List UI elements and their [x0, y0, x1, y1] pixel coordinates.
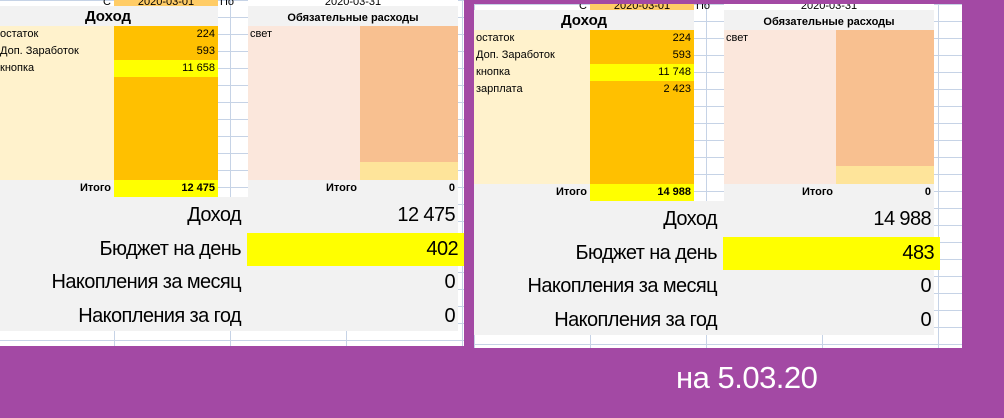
income-item-value[interactable]: 593 [590, 47, 694, 64]
income-item-value[interactable]: 11 748 [590, 64, 694, 81]
expense-value-footer [836, 166, 934, 184]
income-item-label[interactable]: зарплата [476, 81, 588, 98]
expenses-title: Обязательные расходы [724, 10, 934, 30]
expense-label-column [248, 26, 360, 180]
summary-label: Накопления за год [554, 308, 717, 331]
summary-value: 0 [920, 275, 931, 297]
income-item-label[interactable]: кнопка [0, 60, 112, 77]
income-title: Доход [474, 10, 694, 30]
summary-label: Бюджет на день [575, 241, 718, 264]
income-item-value[interactable]: 11 658 [114, 60, 218, 77]
income-item-label[interactable]: кнопка [476, 64, 588, 81]
summary-label: Доход [187, 204, 241, 226]
expense-value-column [360, 26, 458, 162]
summary-value: 12 475 [397, 204, 455, 226]
summary-label: Накопления за месяц [51, 271, 242, 293]
expenses-title: Обязательные расходы [248, 6, 458, 26]
summary-label: Бюджет на день [99, 237, 242, 260]
income-item-label[interactable]: остаток [476, 30, 588, 47]
income-item-value[interactable]: 224 [590, 30, 694, 47]
expense-value-footer [360, 162, 458, 180]
expense-item-label[interactable]: свет [726, 30, 836, 47]
summary-value: 0 [920, 308, 931, 331]
budget-sheet-after: С 2020-03-01 По 2020-03-31 Доход Обязательные… [474, 4, 962, 348]
expenses-total-value: 0 [836, 184, 934, 201]
income-item-label[interactable]: остаток [0, 26, 112, 43]
income-item-value[interactable]: 593 [114, 43, 218, 60]
summary-value: 402 [247, 232, 464, 266]
income-total-value: 14 988 [590, 184, 694, 201]
income-item-label[interactable]: Доп. Заработок [0, 43, 112, 60]
summary-label: Доход [663, 208, 717, 230]
expenses-total-label: Итого [724, 184, 836, 201]
expenses-total-label: Итого [248, 180, 360, 197]
budget-sheet-before: С 2020-03-01 По 2020-03-31 Доход Обязательные… [0, 0, 464, 346]
income-item-label[interactable]: Доп. Заработок [476, 47, 588, 64]
expense-item-value[interactable] [836, 30, 934, 47]
income-title: Доход [0, 6, 218, 26]
date-to-label: По [220, 0, 235, 8]
date-caption: на 5.03.20 [676, 360, 818, 395]
expenses-total-value: 0 [360, 180, 458, 197]
summary-label: Накопления за год [78, 304, 241, 327]
summary-value: 483 [723, 236, 940, 270]
summary-label: Накопления за месяц [527, 275, 718, 297]
summary-value: 0 [444, 271, 455, 293]
expense-item-value[interactable] [360, 26, 458, 43]
income-total-label: Итого [0, 180, 114, 197]
income-total-value: 12 475 [114, 180, 218, 197]
summary-value: 14 988 [873, 208, 931, 230]
summary-value: 0 [444, 304, 455, 327]
expense-value-column [836, 30, 934, 166]
income-item-value[interactable]: 224 [114, 26, 218, 43]
expense-item-label[interactable]: свет [250, 26, 360, 43]
date-to-label: По [696, 4, 711, 12]
income-total-label: Итого [474, 184, 590, 201]
expense-label-column [724, 30, 836, 184]
income-item-value[interactable]: 2 423 [590, 81, 694, 98]
